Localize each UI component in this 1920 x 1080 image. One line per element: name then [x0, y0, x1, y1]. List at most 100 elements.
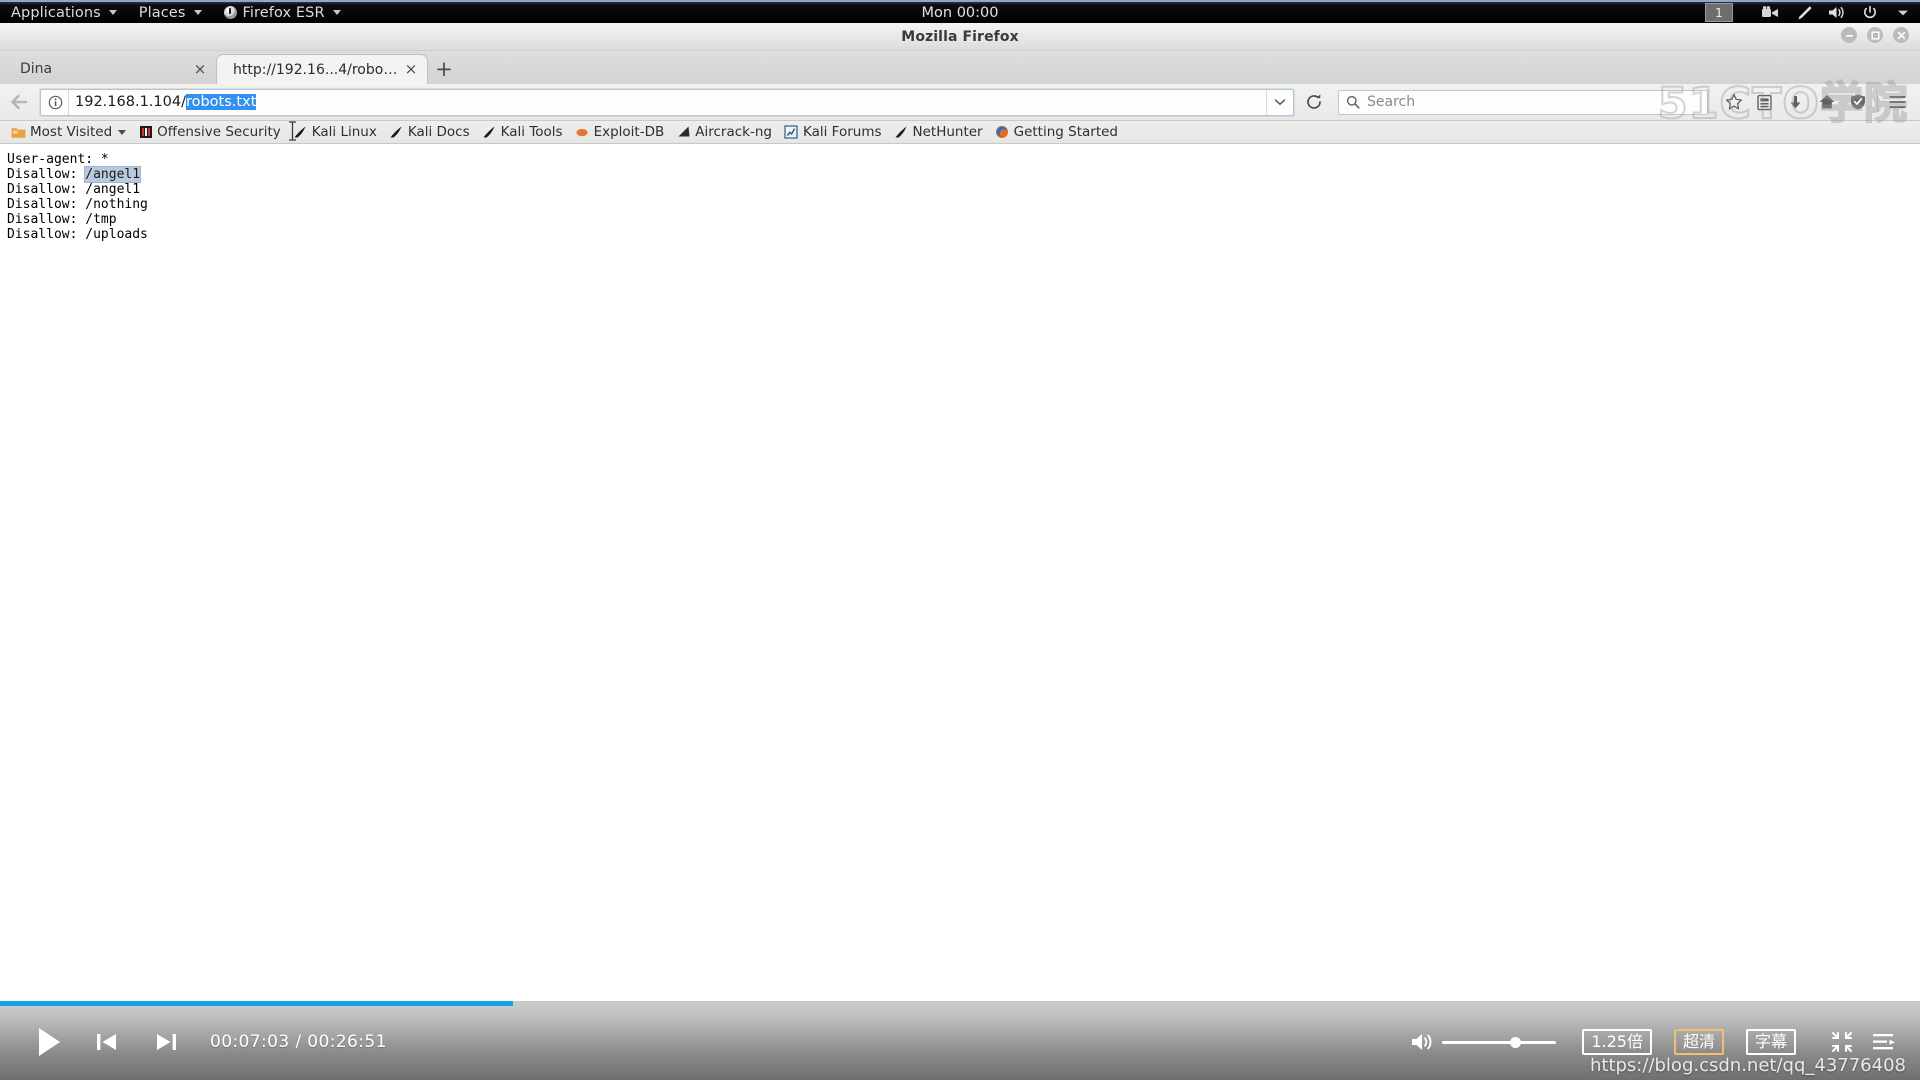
bookmark-kali-tools[interactable]: Kali Tools: [477, 123, 568, 141]
previous-icon: [96, 1034, 116, 1050]
firefox-icon: [223, 6, 237, 19]
bookmark-label: Aircrack-ng: [695, 124, 772, 140]
bookmark-label: NetHunter: [912, 124, 983, 140]
chevron-down-icon: [118, 129, 127, 135]
dragon-icon: [293, 125, 308, 140]
home-icon[interactable]: [1811, 88, 1842, 116]
bookmark-most-visited[interactable]: Most Visited: [6, 123, 131, 141]
dragon-icon: [894, 125, 909, 140]
close-icon[interactable]: ×: [403, 62, 419, 78]
playlist-icon[interactable]: [1866, 1027, 1902, 1057]
search-bar[interactable]: Search: [1338, 89, 1708, 115]
search-icon: [1346, 95, 1360, 109]
close-icon[interactable]: ×: [192, 61, 208, 77]
exit-fullscreen-icon[interactable]: [1824, 1027, 1860, 1057]
bookmark-label: Kali Linux: [311, 124, 377, 140]
address-bar[interactable]: 192.168.1.104/robots.txt: [40, 88, 1294, 116]
play-button[interactable]: [20, 1023, 78, 1061]
bookmark-label: Getting Started: [1013, 124, 1118, 140]
playback-speed-button[interactable]: 1.25倍: [1582, 1028, 1652, 1056]
chevron-down-icon[interactable]: [1893, 4, 1912, 21]
workspace-indicator[interactable]: 1: [1705, 3, 1733, 22]
bookmark-label: Kali Forums: [802, 124, 882, 140]
quality-button[interactable]: 超清: [1673, 1028, 1724, 1056]
robots-line-prefix: Disallow:: [7, 166, 86, 182]
new-tab-button[interactable]: +: [428, 54, 460, 84]
toolbar-icons: [1718, 88, 1913, 116]
bookmark-label: Most Visited: [30, 124, 113, 140]
forums-icon: [784, 125, 799, 140]
dragon-icon: [482, 125, 497, 140]
firefox-esr-menu[interactable]: Firefox ESR: [213, 2, 352, 23]
player-left-controls: 00:07:03 / 00:26:51: [20, 1023, 387, 1061]
navigation-toolbar: 192.168.1.104/robots.txt Search: [0, 84, 1920, 121]
applications-menu-label: Applications: [11, 4, 101, 21]
info-circle-icon: [48, 95, 63, 109]
tab-dina[interactable]: Dina ×: [4, 54, 216, 84]
search-input[interactable]: Search: [1367, 94, 1415, 110]
play-icon: [39, 1028, 60, 1056]
progress-bar-track[interactable]: [0, 1001, 1920, 1006]
window-controls: [1841, 27, 1909, 43]
window-title: Mozilla Firefox: [901, 28, 1019, 45]
volume-slider[interactable]: [1442, 1027, 1557, 1057]
bookmark-offensive-security[interactable]: Offensive Security: [133, 123, 286, 141]
volume-icon[interactable]: [1827, 4, 1846, 21]
bookmarks-toolbar: Most Visited Offensive Security Kali Lin…: [0, 121, 1920, 144]
chevron-down-icon: [108, 10, 117, 15]
window-titlebar: Mozilla Firefox: [0, 23, 1920, 51]
shield-icon[interactable]: [1842, 88, 1873, 116]
bookmark-kali-linux[interactable]: Kali Linux: [288, 123, 382, 141]
robots-line: Disallow: /uploads: [7, 226, 148, 242]
volume-icon[interactable]: [1404, 1027, 1442, 1057]
url-prefix: 192.168.1.104/: [75, 94, 186, 110]
address-bar-right: [1266, 89, 1293, 115]
robots-txt-content: User-agent: * Disallow: /angel1 Disallow…: [7, 152, 1920, 242]
chevron-down-icon[interactable]: [1266, 89, 1293, 115]
hamburger-menu-icon[interactable]: [1882, 88, 1913, 116]
next-icon: [156, 1034, 176, 1050]
bookmark-label: Offensive Security: [157, 124, 281, 140]
volume-knob[interactable]: [1509, 1036, 1521, 1048]
maximize-button[interactable]: [1867, 27, 1883, 43]
bookmark-exploit-db[interactable]: Exploit-DB: [570, 123, 670, 141]
previous-button[interactable]: [78, 1023, 136, 1061]
csdn-watermark: https://blog.csdn.net/qq_43776408: [1589, 1055, 1906, 1076]
identity-box[interactable]: [41, 89, 69, 115]
subtitle-button[interactable]: 字幕: [1745, 1028, 1796, 1056]
applications-menu[interactable]: Applications: [0, 2, 128, 23]
system-tray: 1: [1705, 2, 1912, 23]
reload-button[interactable]: [1300, 89, 1328, 115]
offsec-icon: [138, 125, 153, 140]
exploitdb-icon: [575, 125, 590, 140]
aircrack-icon: [676, 125, 691, 140]
power-icon[interactable]: [1860, 4, 1879, 21]
library-icon[interactable]: [1749, 88, 1780, 116]
page-content: User-agent: * Disallow: /angel1 Disallow…: [0, 144, 1920, 1002]
tab-robots-txt[interactable]: http://192.16...4/robots.txt ×: [216, 54, 428, 84]
places-menu-label: Places: [138, 4, 186, 21]
chevron-down-icon: [332, 10, 341, 15]
bookmark-kali-forums[interactable]: Kali Forums: [779, 123, 887, 141]
camera-icon[interactable]: [1761, 4, 1780, 21]
bookmark-getting-started[interactable]: Getting Started: [990, 123, 1123, 141]
tab-label: Dina: [20, 61, 53, 77]
tab-label: http://192.16...4/robots.txt: [233, 61, 399, 78]
robots-line: User-agent: *: [7, 152, 109, 167]
download-icon[interactable]: [1780, 88, 1811, 116]
time-display: 00:07:03 / 00:26:51: [210, 1032, 387, 1052]
bookmark-aircrack-ng[interactable]: Aircrack-ng: [671, 123, 777, 141]
toolbar-divider: [1877, 92, 1878, 112]
next-button[interactable]: [136, 1023, 194, 1061]
pen-icon[interactable]: [1794, 4, 1813, 21]
close-button[interactable]: [1893, 27, 1909, 43]
bookmark-kali-docs[interactable]: Kali Docs: [384, 123, 475, 141]
star-icon[interactable]: [1718, 88, 1749, 116]
robots-line: Disallow: /tmp: [7, 211, 117, 227]
back-arrow-icon[interactable]: [7, 89, 33, 115]
bookmark-nethunter[interactable]: NetHunter: [889, 123, 988, 141]
places-menu[interactable]: Places: [128, 2, 213, 23]
minimize-button[interactable]: [1841, 27, 1857, 43]
url-text[interactable]: 192.168.1.104/robots.txt: [75, 94, 257, 110]
url-selected-text: robots.txt: [185, 94, 257, 110]
